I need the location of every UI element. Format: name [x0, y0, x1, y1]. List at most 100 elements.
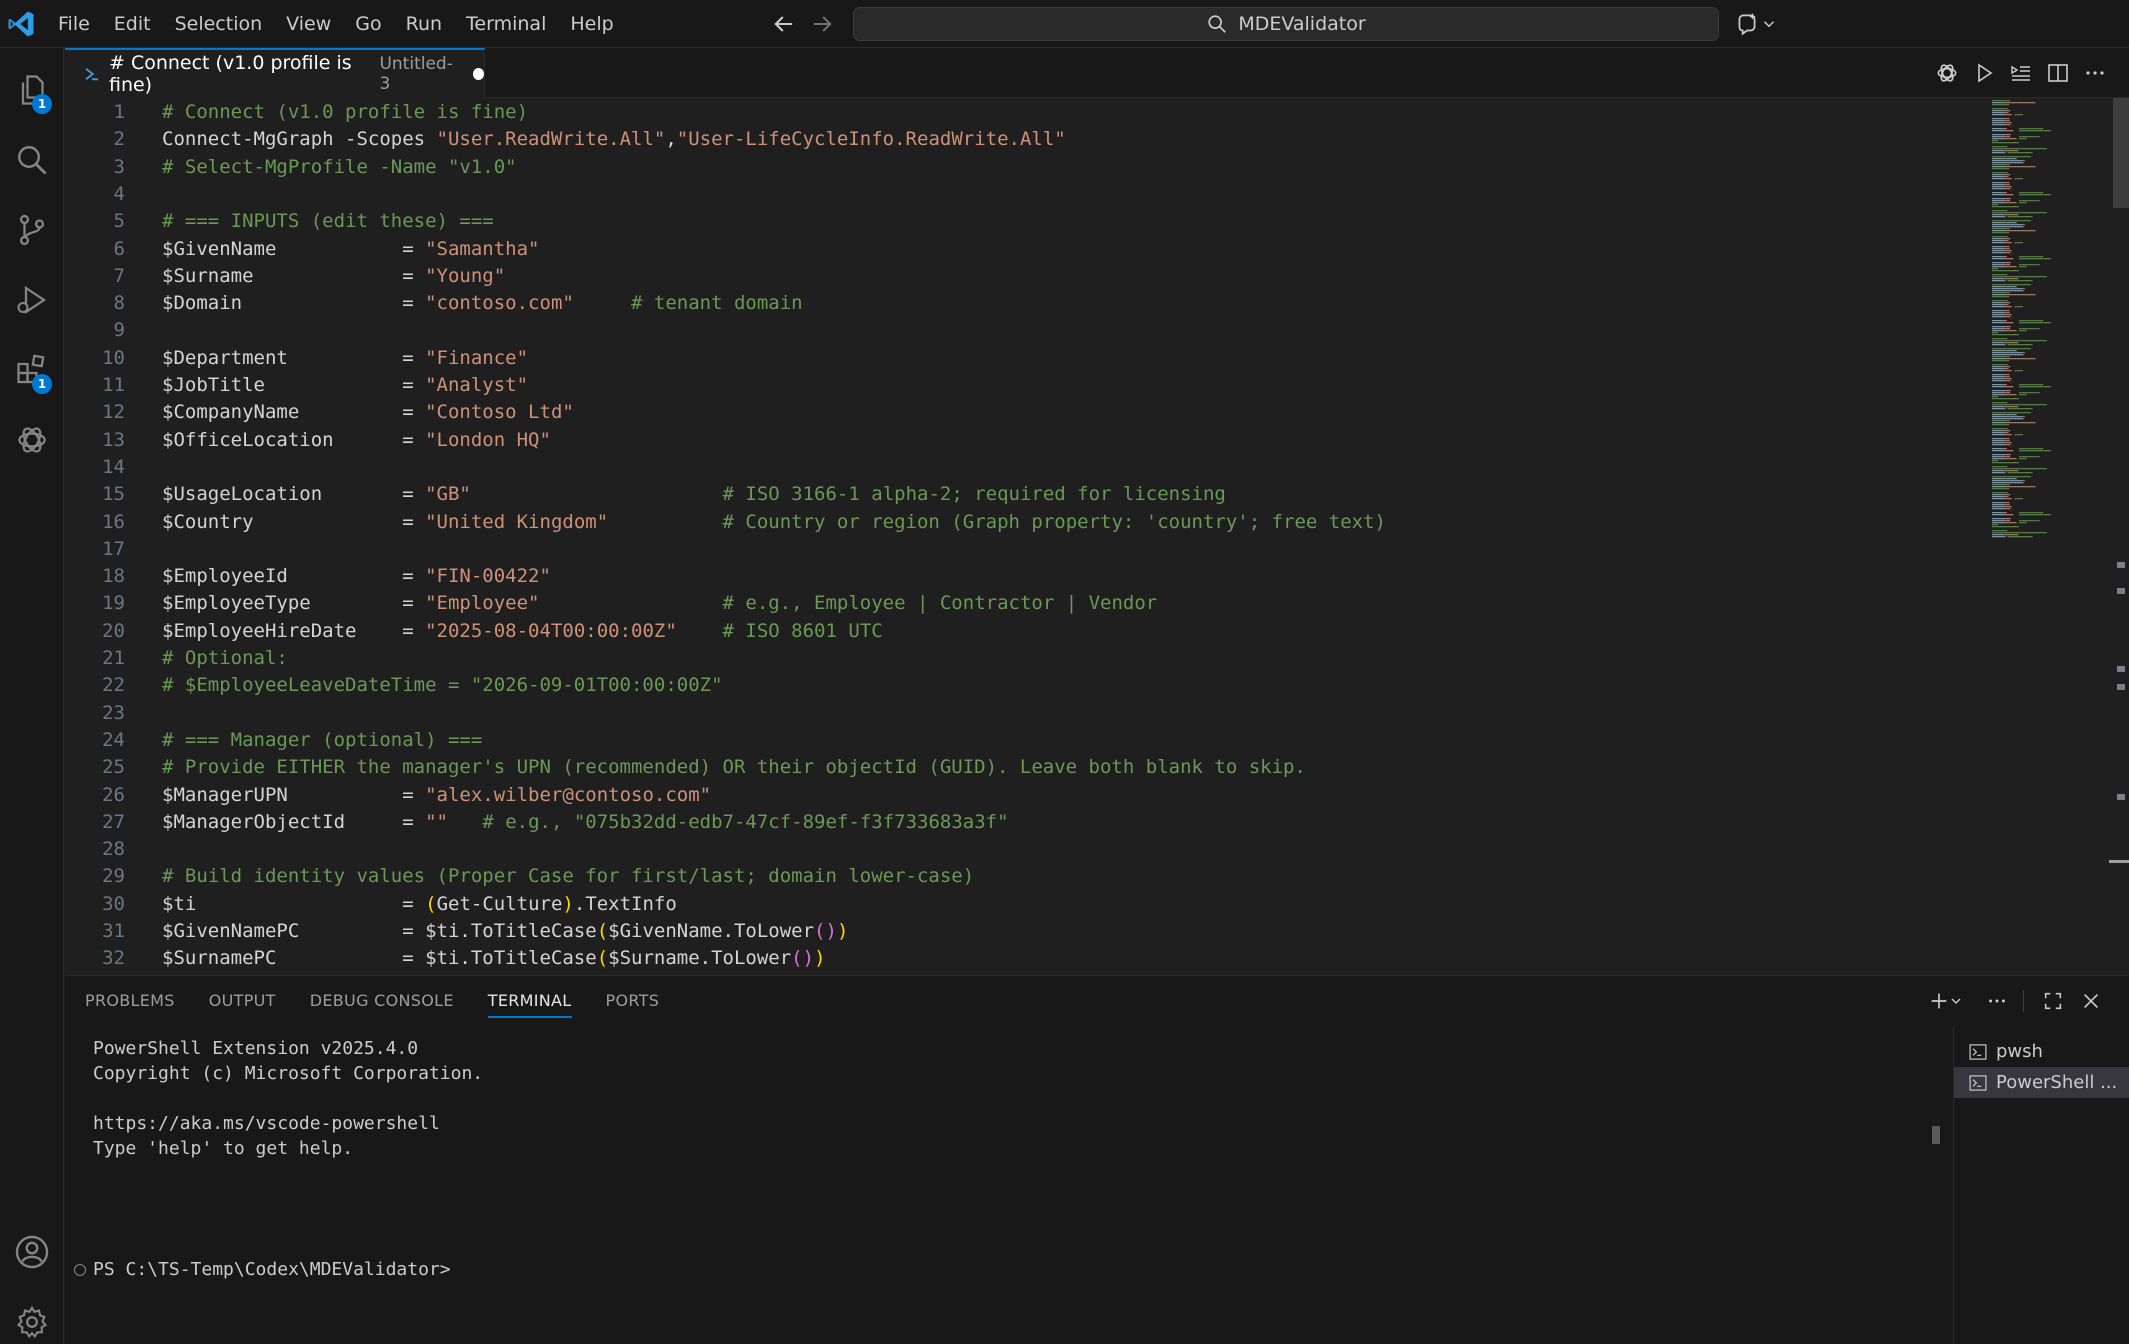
- forward-arrow-icon[interactable]: [808, 10, 836, 38]
- editor-tab[interactable]: # Connect (v1.0 profile is fine) Untitle…: [65, 48, 485, 98]
- minimap-line: [2018, 136, 2040, 138]
- code-line[interactable]: 28: [65, 836, 1985, 863]
- activity-extensions[interactable]: 1: [0, 338, 64, 402]
- code-line[interactable]: 27 $ManagerObjectId = "" # e.g., "075b32d…: [65, 809, 1985, 836]
- activity-search[interactable]: [0, 128, 64, 192]
- menu-file[interactable]: File: [46, 0, 102, 48]
- code-line[interactable]: 17: [65, 536, 1985, 563]
- terminal-profile-dropdown[interactable]: [1947, 986, 1965, 1016]
- line-code: $UsageLocation = "GB" # ISO 3166-1 alpha…: [162, 481, 1226, 508]
- minimap-line: [1992, 422, 2006, 424]
- tab-output[interactable]: OUTPUT: [209, 976, 276, 1026]
- menu-go[interactable]: Go: [343, 0, 393, 48]
- code-line[interactable]: 18 $EmployeeId = "FIN-00422": [65, 563, 1985, 590]
- code-line[interactable]: 29 # Build identity values (Proper Case f…: [65, 863, 1985, 890]
- terminal-scrollbar[interactable]: [1929, 1026, 1943, 1344]
- powershell-icon: [85, 67, 98, 81]
- menu-edit[interactable]: Edit: [102, 0, 163, 48]
- minimap-line: [2018, 514, 2051, 516]
- activity-run-debug[interactable]: [0, 268, 64, 332]
- menu-run[interactable]: Run: [394, 0, 454, 48]
- code-line[interactable]: 25 # Provide EITHER the manager's UPN (re…: [65, 754, 1985, 781]
- activity-accounts[interactable]: [0, 1220, 64, 1284]
- code-line[interactable]: 12 $CompanyName = "Contoso Ltd": [65, 399, 1985, 426]
- minimap-line: [2016, 102, 2036, 104]
- line-code: $JobTitle = "Analyst": [162, 372, 528, 399]
- menu-help[interactable]: Help: [558, 0, 625, 48]
- code-line[interactable]: 30 $ti = (Get-Culture).TextInfo: [65, 891, 1985, 918]
- tab-debug-console[interactable]: DEBUG CONSOLE: [310, 976, 454, 1026]
- tab-terminal[interactable]: TERMINAL: [487, 976, 572, 1026]
- copilot-menu-button[interactable]: [1734, 10, 1782, 38]
- menu-terminal[interactable]: Terminal: [454, 0, 558, 48]
- code-line[interactable]: 2 Connect-MgGraph -Scopes "User.ReadWrite…: [65, 126, 1985, 153]
- code-line[interactable]: 8 $Domain = "contoso.com" # tenant domain: [65, 290, 1985, 317]
- minimap-line: [1992, 440, 2005, 442]
- code-line[interactable]: 32 $SurnamePC = $ti.ToTitleCase($Surname.…: [65, 945, 1985, 972]
- activity-source-control[interactable]: [0, 198, 64, 262]
- menu-view[interactable]: View: [274, 0, 343, 48]
- minimap-line: [2004, 136, 2011, 138]
- terminal-instance-powershell[interactable]: PowerShell ...: [1954, 1067, 2129, 1098]
- terminal-instance-pwsh[interactable]: pwsh: [1954, 1036, 2129, 1067]
- code-line[interactable]: 13 $OfficeLocation = "London HQ": [65, 427, 1985, 454]
- code-line[interactable]: 10 $Department = "Finance": [65, 345, 1985, 372]
- activity-explorer[interactable]: 1: [0, 58, 64, 122]
- back-arrow-icon[interactable]: [770, 10, 798, 38]
- code-line[interactable]: 26 $ManagerUPN = "alex.wilber@contoso.com…: [65, 782, 1985, 809]
- code-line[interactable]: 7 $Surname = "Young": [65, 263, 1985, 290]
- scrollbar-thumb[interactable]: [2113, 98, 2129, 208]
- minimap-line: [1992, 408, 2005, 410]
- code-line[interactable]: 1 # Connect (v1.0 profile is fine): [65, 99, 1985, 126]
- minimap-line: [1992, 470, 2005, 472]
- code-editor[interactable]: 1 # Connect (v1.0 profile is fine) 2 Connec…: [65, 98, 2129, 975]
- activity-manage[interactable]: [0, 1290, 64, 1344]
- code-line[interactable]: 11 $JobTitle = "Analyst": [65, 372, 1985, 399]
- run-selection-button[interactable]: [2006, 58, 2036, 88]
- line-number: 16: [102, 510, 125, 533]
- close-panel-button[interactable]: [2076, 986, 2106, 1016]
- code-line[interactable]: 6 $GivenName = "Samantha": [65, 236, 1985, 263]
- menu-selection[interactable]: Selection: [163, 0, 275, 48]
- code-line[interactable]: 5 # === INPUTS (edit these) ===: [65, 208, 1985, 235]
- code-token: $GivenNamePC = $ti.ToTitleCase: [162, 920, 597, 942]
- terminal-scrollbar-thumb[interactable]: [1932, 1126, 1940, 1144]
- code-line[interactable]: 21 # Optional:: [65, 645, 1985, 672]
- code-line[interactable]: 14: [65, 454, 1985, 481]
- minimap-line: [1992, 304, 2005, 306]
- command-center-search[interactable]: MDEValidator: [853, 7, 1719, 41]
- unsaved-indicator[interactable]: [473, 68, 484, 80]
- code-line[interactable]: 9: [65, 317, 1985, 344]
- split-editor-button[interactable]: [2043, 58, 2073, 88]
- code-line[interactable]: 4: [65, 181, 1985, 208]
- minimap-line: [1992, 314, 2005, 316]
- more-actions-button[interactable]: [2080, 58, 2110, 88]
- editor-scrollbar[interactable]: [2109, 98, 2129, 975]
- copilot-button[interactable]: [1932, 58, 1962, 88]
- code-line[interactable]: 3 # Select-MgProfile -Name "v1.0": [65, 154, 1985, 181]
- minimap-line: [1992, 368, 2005, 370]
- panel-more-actions[interactable]: [1982, 986, 2012, 1016]
- tab-problems[interactable]: PROBLEMS: [85, 976, 175, 1026]
- code-line[interactable]: 15 $UsageLocation = "GB" # ISO 3166-1 alp…: [65, 481, 1985, 508]
- tab-ports[interactable]: PORTS: [606, 976, 660, 1026]
- code-line[interactable]: 19 $EmployeeType = "Employee" # e.g., Emp…: [65, 590, 1985, 617]
- minimap-line: [1992, 226, 2013, 228]
- command-decoration-icon[interactable]: [74, 1264, 86, 1276]
- code-line[interactable]: 24 # === Manager (optional) ===: [65, 727, 1985, 754]
- tab-description: Untitled-3: [379, 54, 453, 94]
- minimap-line: [1992, 216, 2005, 218]
- activity-chatgpt[interactable]: [0, 408, 64, 472]
- minimap-line: [1992, 128, 2005, 130]
- code-line[interactable]: 23: [65, 700, 1985, 727]
- code-line[interactable]: 22 # $EmployeeLeaveDateTime = "2026-09-01…: [65, 672, 1985, 699]
- code-line[interactable]: 31 $GivenNamePC = $ti.ToTitleCase($GivenN…: [65, 918, 1985, 945]
- terminal-output[interactable]: PowerShell Extension v2025.4.0 Copyright…: [65, 1026, 1929, 1344]
- run-button[interactable]: [1969, 58, 1999, 88]
- code-line[interactable]: 16 $Country = "United Kingdom" # Country …: [65, 509, 1985, 536]
- minimap-line: [1992, 110, 2005, 112]
- line-code: # === Manager (optional) ===: [162, 727, 482, 754]
- minimap[interactable]: [1990, 98, 2105, 546]
- maximize-panel-button[interactable]: [2038, 986, 2068, 1016]
- code-line[interactable]: 20 $EmployeeHireDate = "2025-08-04T00:00:…: [65, 618, 1985, 645]
